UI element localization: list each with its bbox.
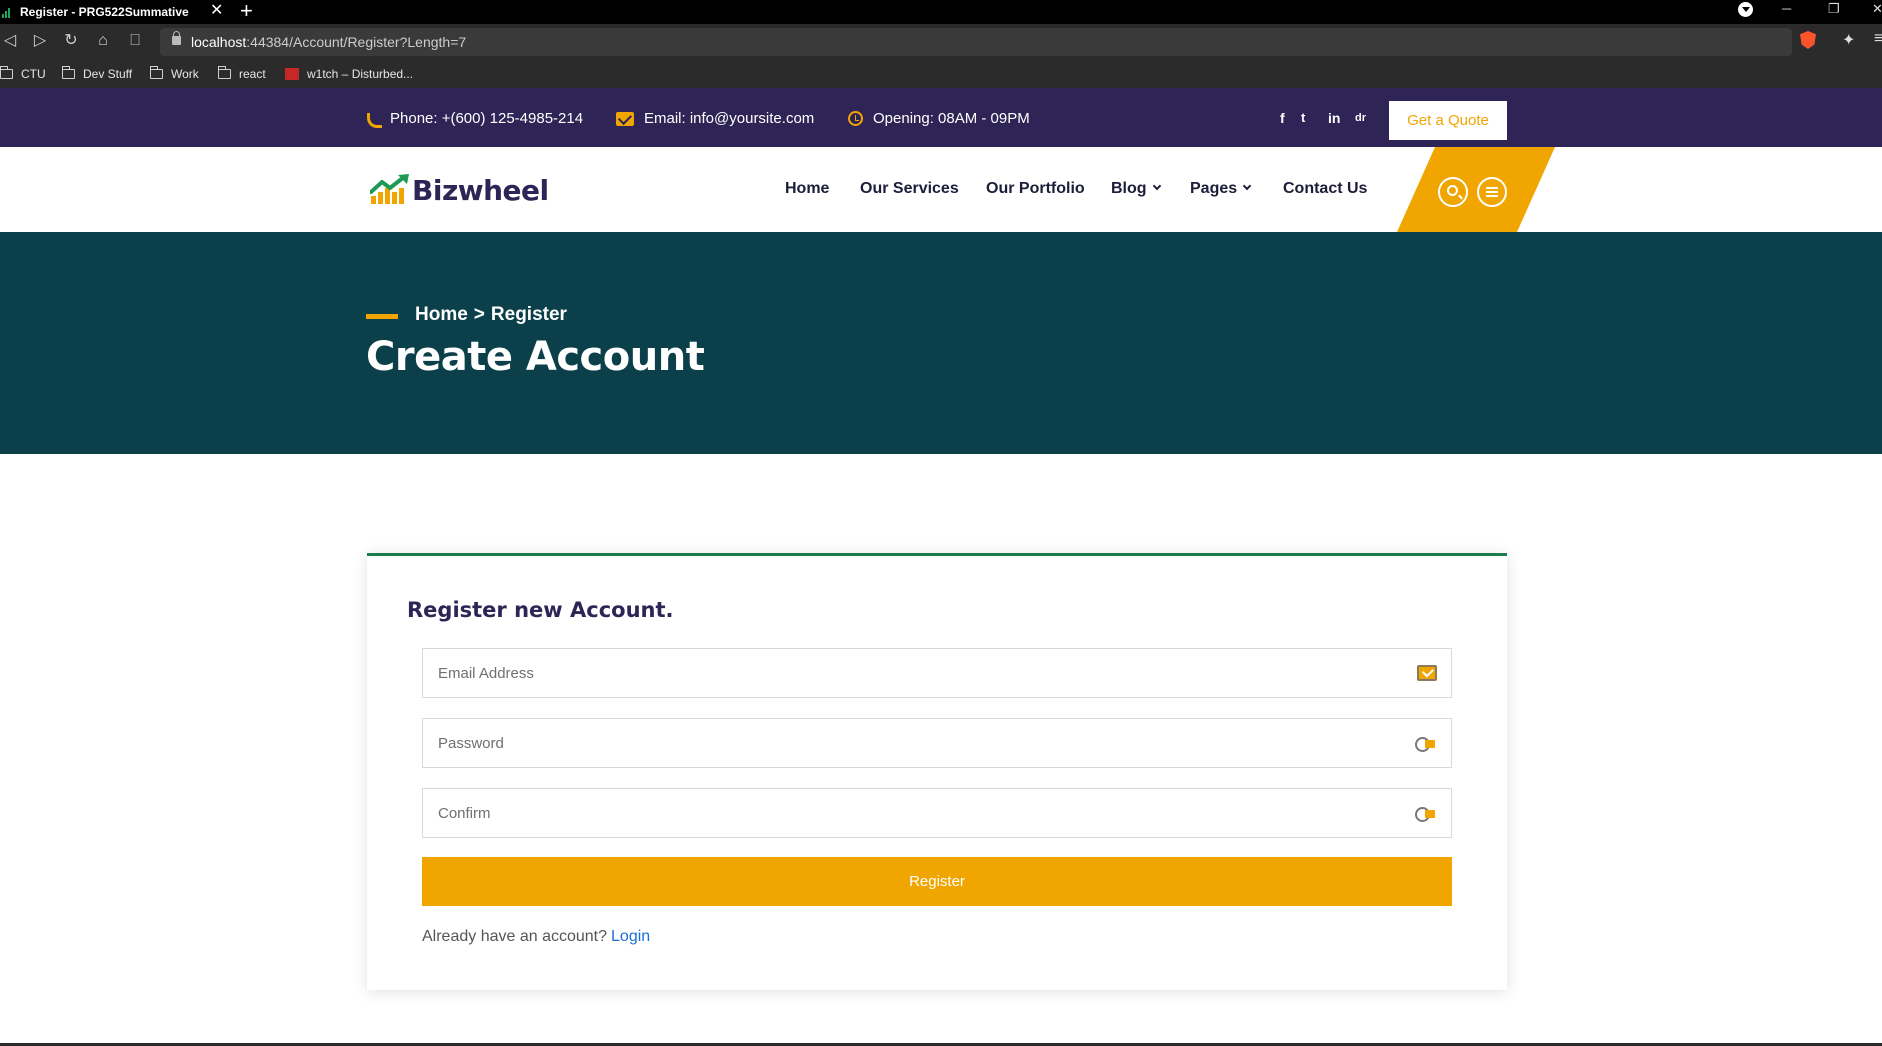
logo-chart-icon	[368, 170, 412, 206]
email-icon	[1417, 665, 1437, 681]
search-icon	[1447, 185, 1458, 196]
lock-icon	[172, 31, 181, 45]
url-field[interactable]: localhost:44384/Account/Register?Length=…	[160, 28, 1792, 56]
bookmark-work[interactable]: Work	[150, 65, 199, 83]
nav-blog[interactable]: Blog	[1111, 180, 1161, 198]
hours-info: Opening: 08AM - 09PM	[848, 110, 1030, 127]
get-quote-button[interactable]: Get a Quote	[1389, 101, 1507, 140]
home-icon[interactable]: ⌂	[93, 31, 113, 51]
hamburger-icon	[1486, 187, 1498, 197]
dribbble-icon[interactable]: dr	[1355, 110, 1366, 126]
breadcrumb-home[interactable]: Home	[415, 304, 468, 325]
extensions-icon[interactable]: ✦	[1842, 30, 1855, 50]
password-input[interactable]	[423, 719, 1451, 767]
nav-contact-us[interactable]: Contact Us	[1283, 180, 1367, 198]
chevron-down-icon	[1242, 181, 1252, 191]
menu-button[interactable]	[1477, 177, 1507, 207]
phone-info: Phone: +(600) 125-4985-214	[366, 110, 583, 127]
site-header: Bizwheel Home Our Services Our Portfolio…	[0, 147, 1882, 232]
phone-icon	[366, 112, 380, 126]
restore-icon[interactable]: ❐	[1828, 0, 1840, 20]
password-field	[422, 718, 1452, 768]
browser-tab-bar: Register - PRG522Summative ✕ + ─ ❐ ✕	[0, 0, 1882, 24]
tab-close-icon[interactable]: ✕	[210, 2, 223, 20]
tab-title: Register - PRG522Summative	[20, 5, 189, 19]
page-hero: Home > Register Create Account	[0, 232, 1882, 454]
bookmark-dev-stuff[interactable]: Dev Stuff	[62, 65, 132, 83]
bookmark-react[interactable]: react	[218, 65, 266, 83]
email-input[interactable]	[423, 649, 1451, 697]
breadcrumb-current: Register	[490, 304, 567, 325]
browser-menu-icon[interactable]: ≡	[1874, 30, 1882, 48]
page-title: Create Account	[366, 334, 705, 380]
site-logo[interactable]: Bizwheel	[368, 170, 549, 206]
confirm-password-input[interactable]	[423, 789, 1451, 837]
reload-icon[interactable]: ↻	[61, 31, 81, 51]
address-bar-row: ◁ ▷ ↻ ⌂ ⎕ localhost:44384/Account/Regist…	[0, 24, 1882, 60]
form-title: Register new Account.	[407, 598, 674, 622]
site-topbar: Phone: +(600) 125-4985-214 Email: info@y…	[0, 88, 1882, 147]
breadcrumb: Home > Register	[415, 304, 567, 326]
hours-text: Opening: 08AM - 09PM	[873, 110, 1030, 127]
folder-icon	[0, 66, 13, 79]
linkedin-icon[interactable]: in	[1328, 110, 1340, 126]
login-prompt: Already have an account? Login	[422, 928, 650, 946]
nav-our-portfolio[interactable]: Our Portfolio	[986, 180, 1085, 198]
url-text: localhost:44384/Account/Register?Length=…	[191, 34, 467, 50]
search-button[interactable]	[1438, 177, 1468, 207]
bookmark-ctu[interactable]: CTU	[0, 65, 46, 83]
logo-text: Bizwheel	[412, 174, 549, 207]
breadcrumb-separator: >	[473, 304, 485, 325]
email-text: Email: info@yoursite.com	[644, 110, 815, 127]
facebook-icon[interactable]: f	[1280, 110, 1285, 126]
user-lock-icon	[1415, 735, 1437, 752]
register-card: Register new Account. Register Already h…	[367, 553, 1507, 990]
video-favicon-icon	[285, 68, 299, 80]
envelope-icon	[616, 111, 634, 126]
header-action-panel	[1397, 147, 1555, 232]
email-field	[422, 648, 1452, 698]
close-window-icon[interactable]: ✕	[1872, 0, 1882, 20]
folder-icon	[62, 66, 75, 79]
bookmark-icon[interactable]: ⎕	[125, 31, 145, 51]
minimize-icon[interactable]: ─	[1782, 0, 1791, 20]
phone-text: Phone: +(600) 125-4985-214	[390, 110, 584, 127]
email-info: Email: info@yoursite.com	[616, 110, 814, 127]
nav-pages[interactable]: Pages	[1190, 180, 1252, 198]
confirm-field	[422, 788, 1452, 838]
nav-home[interactable]: Home	[785, 180, 829, 198]
folder-icon	[150, 66, 163, 79]
profile-menu-icon[interactable]	[1738, 2, 1753, 17]
login-link[interactable]: Login	[611, 928, 650, 945]
brave-shield-icon[interactable]	[1800, 31, 1816, 49]
site-favicon-icon	[2, 6, 12, 18]
back-icon[interactable]: ◁	[0, 31, 20, 51]
breadcrumb-accent-line	[366, 314, 398, 319]
browser-tab[interactable]: Register - PRG522Summative ✕	[0, 0, 228, 24]
twitter-icon[interactable]: t	[1301, 110, 1305, 126]
login-prompt-text: Already have an account?	[422, 928, 608, 945]
folder-icon	[218, 66, 231, 79]
bookmarks-bar: CTU Dev Stuff Work react w1tch – Disturb…	[0, 60, 1882, 88]
user-lock-icon	[1415, 805, 1437, 822]
bookmark-w1tch[interactable]: w1tch – Disturbed...	[285, 65, 413, 83]
forward-icon[interactable]: ▷	[30, 31, 50, 51]
register-button[interactable]: Register	[422, 857, 1452, 906]
new-tab-button[interactable]: +	[240, 0, 253, 22]
nav-our-services[interactable]: Our Services	[860, 180, 959, 198]
chevron-down-icon	[1152, 181, 1161, 191]
clock-icon	[848, 111, 863, 126]
